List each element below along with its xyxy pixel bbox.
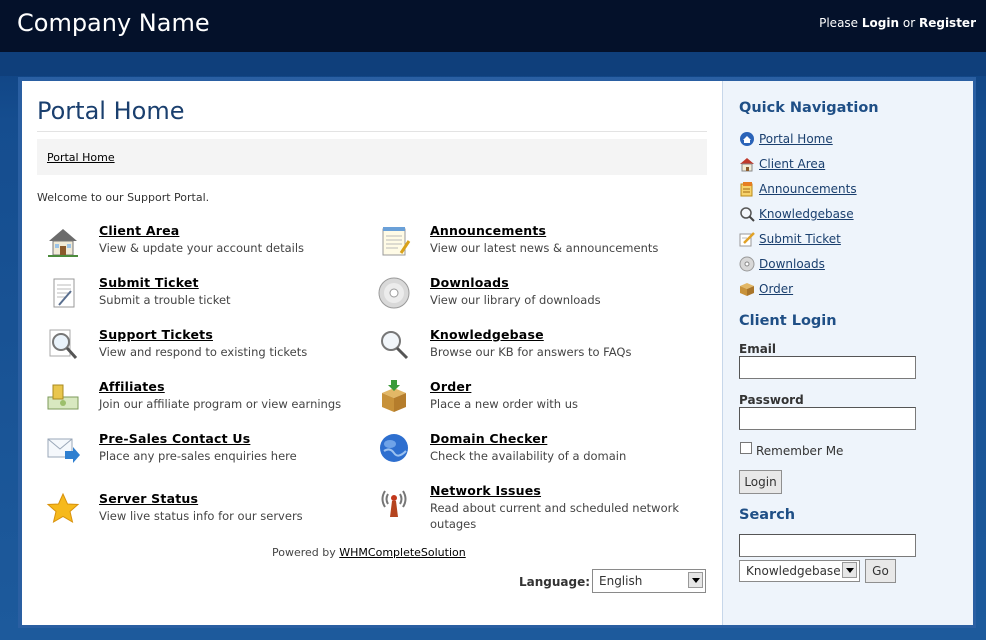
password-field[interactable] — [739, 407, 916, 430]
document-pen-icon — [53, 278, 75, 308]
feature-support-tickets: Support Tickets View and respond to exis… — [37, 327, 367, 377]
remember-me-label: Remember Me — [756, 444, 844, 458]
feature-desc: Place any pre-sales enquiries here — [99, 449, 297, 463]
please-text: Please — [819, 16, 859, 30]
antenna-icon — [381, 490, 407, 517]
search-heading: Search — [739, 507, 796, 523]
feature-title[interactable]: Network Issues — [430, 483, 541, 498]
pencil-paper-icon — [739, 232, 755, 247]
welcome-text: Welcome to our Support Portal. — [37, 191, 210, 204]
feature-network-issues: Network Issues Read about current and sc… — [368, 483, 698, 539]
page-title: Portal Home — [37, 97, 707, 132]
feature-title[interactable]: Pre-Sales Contact Us — [99, 431, 250, 446]
star-icon — [46, 492, 80, 524]
top-bar: Company Name Please Login or Register — [0, 0, 986, 52]
feature-affiliates: Affiliates Join our affiliate program or… — [37, 379, 367, 429]
feature-knowledgebase: Knowledgebase Browse our KB for answers … — [368, 327, 698, 377]
main-content: Portal Home Portal Home Welcome to our S… — [22, 81, 722, 625]
powered-by: Powered by WHMCompleteSolution — [272, 546, 466, 559]
chevron-down-icon — [688, 572, 703, 588]
feature-server-status: Server Status View live status info for … — [37, 491, 367, 541]
nav-label[interactable]: Portal Home — [759, 132, 833, 146]
feature-desc: View our latest news & announcements — [430, 241, 659, 255]
home-circle-icon — [740, 132, 754, 146]
nav-label[interactable]: Downloads — [759, 257, 825, 271]
box-icon — [382, 380, 406, 412]
feature-desc: View live status info for our servers — [99, 509, 303, 523]
house-icon — [740, 158, 754, 172]
feature-desc: View our library of downloads — [430, 293, 601, 307]
header-band — [0, 52, 986, 76]
feature-desc: Check the availability of a domain — [430, 449, 627, 463]
login-button[interactable]: Login — [739, 470, 782, 494]
auth-links: Please Login or Register — [819, 16, 976, 30]
notepad-icon — [382, 227, 411, 256]
client-login-heading: Client Login — [739, 313, 837, 329]
password-label: Password — [739, 393, 804, 407]
feature-title[interactable]: Order — [430, 379, 471, 394]
breadcrumb: Portal Home — [37, 139, 707, 175]
nav-label[interactable]: Announcements — [759, 182, 857, 196]
breadcrumb-portal-home[interactable]: Portal Home — [47, 151, 115, 164]
feature-desc: View & update your account details — [99, 241, 305, 255]
house-icon — [48, 229, 78, 257]
disc-icon — [739, 256, 755, 272]
magnifier-icon — [381, 331, 409, 360]
magnifier-document-icon — [49, 329, 78, 360]
email-arrow-icon — [47, 438, 80, 463]
nav-label[interactable]: Submit Ticket — [759, 232, 841, 246]
feature-client-area: Client Area View & update your account d… — [37, 223, 367, 273]
remember-me-checkbox[interactable] — [740, 442, 752, 454]
feature-title[interactable]: Announcements — [430, 223, 546, 238]
powered-link[interactable]: WHMCompleteSolution — [339, 546, 465, 559]
feature-desc: Submit a trouble ticket — [99, 293, 231, 307]
globe-icon — [380, 434, 408, 462]
feature-downloads: Downloads View our library of downloads — [368, 275, 698, 325]
feature-order: Order Place a new order with us — [368, 379, 698, 429]
sidebar: Quick Navigation Portal Home Client Area… — [722, 81, 973, 625]
or-text: or — [902, 16, 916, 30]
language-select[interactable]: English — [592, 569, 706, 593]
feature-title[interactable]: Knowledgebase — [430, 327, 544, 342]
go-button[interactable]: Go — [865, 559, 896, 583]
disc-icon — [378, 277, 410, 309]
email-label: Email — [739, 342, 777, 356]
feature-announcements: Announcements View our latest news & ann… — [368, 223, 698, 273]
feature-title[interactable]: Support Tickets — [99, 327, 213, 342]
nav-label[interactable]: Knowledgebase — [759, 207, 854, 221]
language-value: English — [599, 574, 643, 588]
feature-title[interactable]: Server Status — [99, 491, 198, 506]
search-scope-value: Knowledgebase — [746, 564, 841, 578]
powered-prefix: Powered by — [272, 546, 336, 559]
nav-label[interactable]: Order — [759, 282, 793, 296]
magnifier-icon — [740, 207, 755, 222]
login-link[interactable]: Login — [862, 16, 899, 30]
money-icon — [47, 384, 79, 410]
announcement-icon — [740, 182, 753, 197]
feature-submit-ticket: Submit Ticket Submit a trouble ticket — [37, 275, 367, 325]
feature-title[interactable]: Affiliates — [99, 379, 165, 394]
feature-desc: Join our affiliate program or view earni… — [99, 397, 342, 411]
feature-pre-sales: Pre-Sales Contact Us Place any pre-sales… — [37, 431, 367, 481]
feature-title[interactable]: Submit Ticket — [99, 275, 199, 290]
language-label: Language: — [519, 575, 591, 589]
company-name: Company Name — [17, 9, 210, 37]
email-field[interactable] — [739, 356, 916, 379]
feature-desc: Place a new order with us — [430, 397, 579, 411]
search-scope-select[interactable]: Knowledgebase — [739, 560, 860, 582]
feature-title[interactable]: Domain Checker — [430, 431, 547, 446]
feature-title[interactable]: Downloads — [430, 275, 509, 290]
feature-title[interactable]: Client Area — [99, 223, 179, 238]
feature-domain-checker: Domain Checker Check the availability of… — [368, 431, 698, 481]
nav-label[interactable]: Client Area — [759, 157, 825, 171]
register-link[interactable]: Register — [919, 16, 976, 30]
quick-nav-heading: Quick Navigation — [739, 100, 879, 116]
box-icon — [740, 283, 754, 296]
feature-desc: Browse our KB for answers to FAQs — [430, 345, 632, 359]
feature-desc: Read about current and scheduled network… — [430, 501, 680, 531]
search-input[interactable] — [739, 534, 916, 557]
chevron-down-icon — [842, 562, 857, 578]
feature-desc: View and respond to existing tickets — [99, 345, 308, 359]
